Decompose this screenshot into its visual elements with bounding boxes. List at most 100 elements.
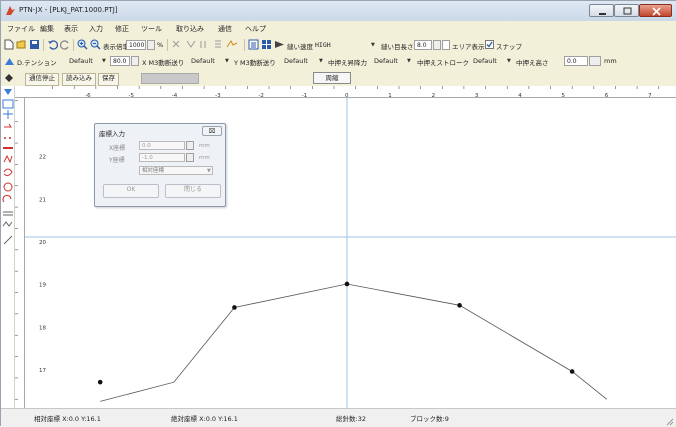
x-feed-label: X M3動断送り xyxy=(142,59,185,67)
redo-icon[interactable] xyxy=(60,39,71,50)
coord-mode-dropdown-icon[interactable]: ▼ xyxy=(207,168,211,174)
stitch-point[interactable] xyxy=(569,369,575,374)
drawing-tools-icon[interactable] xyxy=(1,86,15,286)
x-feed-select[interactable]: Default xyxy=(191,57,215,65)
presser-height-spinner[interactable] xyxy=(589,56,601,66)
menu-modify[interactable]: 修正 xyxy=(115,24,129,34)
coord-mode-select[interactable]: 相対座標 xyxy=(139,166,213,175)
separator xyxy=(73,39,74,51)
snap-checkbox[interactable] xyxy=(485,40,494,49)
separator xyxy=(167,39,168,51)
tension-select[interactable]: Default xyxy=(69,57,93,65)
dialog-close-button[interactable]: ⌧ xyxy=(202,126,222,136)
presser-force-select[interactable]: Default xyxy=(374,57,398,65)
stitch-line xyxy=(100,283,608,402)
status-bar: 相対座標 X:0.0 Y:16.1 絶対座標 X:0.0 Y:16.1 総針数:… xyxy=(1,408,676,427)
minimize-icon xyxy=(599,13,606,15)
tension-dropdown-icon[interactable]: ▼ xyxy=(102,58,106,64)
dialog-title: 座標入力 xyxy=(99,130,125,138)
area-checkbox[interactable] xyxy=(442,40,450,50)
y-coord-spinner[interactable] xyxy=(186,153,194,162)
zoom-in-icon[interactable] xyxy=(77,39,88,50)
y-coord-label: Y座標 xyxy=(109,157,125,164)
list-icon[interactable] xyxy=(248,39,259,50)
x-coord-label: X座標 xyxy=(109,145,126,152)
y-feed-select[interactable]: Default xyxy=(284,57,308,65)
presser-force-dropdown-icon[interactable]: ▼ xyxy=(407,58,411,64)
presser-stroke-dropdown-icon[interactable]: ▼ xyxy=(507,58,511,64)
ruler-y-label: 18 xyxy=(39,325,46,331)
horizontal-ruler: -6 -5 -4 -3 -2 -1 0 1 2 3 4 5 6 7 xyxy=(15,86,676,99)
save-button[interactable]: 保存 xyxy=(98,73,119,86)
y-feed-dropdown-icon[interactable]: ▼ xyxy=(319,58,323,64)
ruler-y-label: 21 xyxy=(39,197,46,203)
kanri-button[interactable]: 周縮 xyxy=(313,72,351,84)
y-coord-unit: mm xyxy=(199,155,210,161)
ruler-ticks: -6 -5 -4 -3 -2 -1 0 1 2 3 4 5 6 7 xyxy=(52,86,660,99)
zoom-spinner[interactable] xyxy=(147,40,155,50)
speed-select[interactable]: HIGH xyxy=(315,41,331,49)
y-feed-label: Y M3動断送り xyxy=(234,59,276,67)
presser-height-input[interactable]: 0.0 xyxy=(564,56,588,66)
read-button[interactable]: 読み込み xyxy=(62,73,96,86)
save-icon[interactable] xyxy=(29,39,40,50)
stitch-point[interactable] xyxy=(457,303,462,308)
edit-tools-icon[interactable] xyxy=(171,39,241,50)
restore-icon xyxy=(623,7,632,15)
tension-label: D.テンション xyxy=(17,59,57,67)
coordinate-dialog: 座標入力 ⌧ X座標 0.0 mm Y座標 -1.0 mm 相対座標 ▼ OK … xyxy=(94,123,226,207)
progress-bar xyxy=(141,73,199,84)
x-coord-spinner[interactable] xyxy=(186,141,194,150)
x-feed-dropdown-icon[interactable]: ▼ xyxy=(225,58,229,64)
zoom-input[interactable]: 1000 xyxy=(126,40,146,50)
left-tool-palette xyxy=(1,86,15,408)
minimize-button[interactable] xyxy=(589,4,614,17)
send-icon[interactable] xyxy=(274,39,285,50)
menu-import[interactable]: 取り込み xyxy=(176,24,204,34)
presser-stroke-select[interactable]: Default xyxy=(473,57,497,65)
close-button[interactable] xyxy=(639,4,672,17)
zoom-unit: % xyxy=(157,41,164,49)
stitch-length-spinner[interactable] xyxy=(433,40,441,50)
tension-input[interactable]: 80.0 xyxy=(110,56,130,66)
separator xyxy=(43,39,44,51)
close-icon xyxy=(652,7,661,16)
window-title: PTN-JX - [PLKJ_PAT.1000.PTJ] xyxy=(19,6,118,14)
separator xyxy=(244,39,245,51)
stitch-point[interactable] xyxy=(97,379,103,385)
presser-force-label: 中押え昇降力 xyxy=(328,59,367,67)
menu-help[interactable]: ヘルプ xyxy=(245,24,266,34)
status-absolute-coord: 絶対座標 X:0.0 Y:16.1 xyxy=(171,415,238,423)
ok-button[interactable]: OK xyxy=(103,184,159,198)
open-folder-icon[interactable] xyxy=(16,39,27,50)
tension-spinner[interactable] xyxy=(131,56,139,66)
speed-dropdown-icon[interactable]: ▼ xyxy=(371,42,375,48)
pointer-icon[interactable] xyxy=(4,73,14,83)
menu-edit[interactable]: 編集 xyxy=(40,24,54,34)
menu-view[interactable]: 表示 xyxy=(64,24,78,34)
new-file-icon[interactable] xyxy=(4,39,14,50)
tension-icon xyxy=(5,58,14,65)
x-coord-input[interactable]: 0.0 xyxy=(139,141,185,150)
zoom-out-icon[interactable] xyxy=(90,39,101,50)
maximize-button[interactable] xyxy=(614,4,639,17)
ruler-y-label: 20 xyxy=(39,240,46,246)
grid-icon[interactable] xyxy=(261,39,272,50)
stitch-point[interactable] xyxy=(232,305,237,310)
resize-grip-icon[interactable] xyxy=(665,417,674,426)
ruler-y-label: 17 xyxy=(39,368,46,374)
menu-input[interactable]: 入力 xyxy=(89,24,103,34)
stop-comm-button[interactable]: 通信停止 xyxy=(25,73,59,86)
stitch-length-input[interactable]: 8.0 xyxy=(414,40,432,50)
stitch-point[interactable] xyxy=(344,281,350,287)
vertical-ruler xyxy=(15,98,25,408)
y-coord-input[interactable]: -1.0 xyxy=(139,153,185,162)
status-relative-coord: 相対座標 X:0.0 Y:16.1 xyxy=(34,415,101,423)
undo-icon[interactable] xyxy=(47,39,58,50)
menu-file[interactable]: ファイル xyxy=(7,24,35,34)
menu-comm[interactable]: 通信 xyxy=(218,24,232,34)
menu-tools[interactable]: ツール xyxy=(141,24,162,34)
dialog-close-text-button[interactable]: 閉じる xyxy=(165,184,221,198)
presser-height-unit: mm xyxy=(604,57,617,65)
menu-bar: ファイル 編集 表示 入力 修正 ツール 取り込み 通信 ヘルプ xyxy=(1,21,676,36)
